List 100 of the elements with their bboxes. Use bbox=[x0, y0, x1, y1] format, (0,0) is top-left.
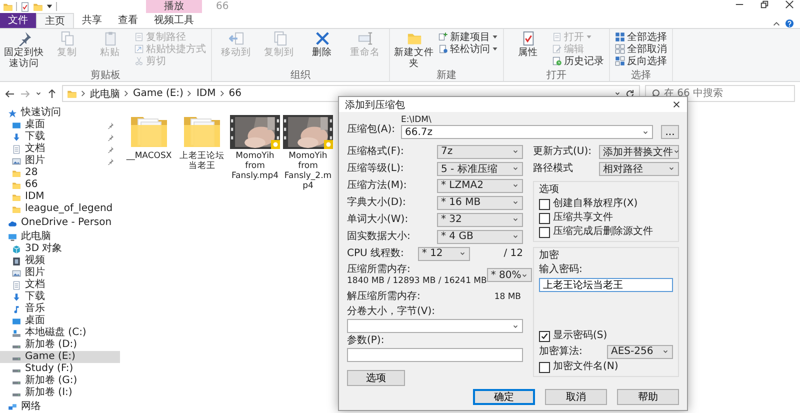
checkbox[interactable] bbox=[539, 330, 550, 342]
options-button[interactable]: 选项 bbox=[347, 370, 405, 386]
help-icon[interactable] bbox=[785, 19, 794, 28]
up-arrow-icon[interactable] bbox=[47, 88, 57, 98]
sidebar-item[interactable]: 新加卷 (G:) bbox=[0, 375, 120, 387]
browse-button[interactable]: ... bbox=[661, 125, 679, 139]
music-note-icon bbox=[12, 304, 21, 314]
sidebar-item[interactable]: 下载 bbox=[0, 291, 120, 303]
ribbon-tab[interactable]: 主页 bbox=[36, 13, 74, 28]
checkbox[interactable] bbox=[539, 198, 550, 210]
dialog-button[interactable]: 取消 bbox=[545, 389, 607, 405]
ribbon-button[interactable]: 删除 bbox=[301, 31, 343, 70]
dropdown[interactable]: * LZMA2 bbox=[437, 178, 523, 192]
sidebar-item[interactable]: 66 bbox=[0, 179, 120, 191]
sidebar-item[interactable]: Study (F:) bbox=[0, 363, 120, 375]
file-name[interactable]: MomoYih from Fansly.mp4 bbox=[230, 151, 280, 181]
sidebar-item[interactable]: 图片 bbox=[0, 267, 120, 279]
caret-icon[interactable] bbox=[46, 3, 53, 10]
caret-icon bbox=[512, 322, 519, 330]
ribbon-button[interactable]: 全部取消 bbox=[613, 43, 669, 55]
ribbon-button[interactable]: 固定到快速访问 bbox=[3, 31, 45, 70]
breadcrumb[interactable]: 66 bbox=[228, 88, 242, 99]
dropdown[interactable]: 5 - 标准压缩 bbox=[437, 162, 523, 176]
field-label: 更新方式(U): bbox=[533, 146, 592, 158]
sidebar-item[interactable]: OneDrive - Person bbox=[0, 217, 120, 229]
breadcrumb[interactable]: IDM bbox=[196, 88, 216, 99]
restore-icon[interactable] bbox=[760, 0, 769, 9]
sidebar-label: 网络 bbox=[21, 401, 41, 413]
breadcrumb[interactable]: Game (E:) bbox=[133, 88, 184, 99]
ribbon-button[interactable]: 全部选择 bbox=[613, 31, 669, 43]
password-field[interactable]: 上老王论坛当老王 bbox=[539, 278, 673, 292]
dropdown[interactable]: * 4 GB bbox=[437, 230, 523, 244]
sidebar-item[interactable]: Game (E:) bbox=[0, 351, 120, 363]
caret-icon[interactable] bbox=[35, 90, 42, 97]
dropdown[interactable]: 7z bbox=[437, 144, 523, 158]
refresh-icon[interactable] bbox=[625, 88, 635, 98]
ribbon-button[interactable]: 历史记录 bbox=[550, 55, 606, 67]
sidebar-item[interactable]: 此电脑 bbox=[0, 231, 120, 243]
dialog-button[interactable]: 帮助 bbox=[617, 389, 679, 405]
file-name[interactable]: 上老王论坛当老王 bbox=[177, 151, 227, 171]
checkbox[interactable] bbox=[539, 226, 550, 238]
cube-icon bbox=[12, 244, 21, 254]
file-name[interactable]: __MACOSX bbox=[126, 151, 172, 161]
sidebar-item[interactable]: 文档 bbox=[0, 279, 120, 291]
file-name[interactable]: MomoYih from Fansly_2.mp4 bbox=[283, 151, 333, 191]
ribbon-button[interactable]: 新建文件夹 bbox=[393, 31, 435, 70]
sidebar-label: 视频 bbox=[25, 255, 45, 266]
folder-icon bbox=[12, 168, 21, 178]
chevron-icon bbox=[81, 90, 86, 97]
sidebar-item[interactable]: 视频 bbox=[0, 255, 120, 267]
sidebar-item[interactable]: 音乐 bbox=[0, 303, 120, 315]
dialog-button[interactable]: 确定 bbox=[473, 389, 535, 405]
dropdown[interactable]: * 80% bbox=[486, 268, 532, 282]
back-arrow-icon[interactable] bbox=[5, 88, 15, 98]
dropdown[interactable]: * 16 MB bbox=[437, 196, 523, 210]
ribbon-tab[interactable]: 共享 bbox=[74, 13, 110, 28]
sidebar-item[interactable]: 3D 对象 bbox=[0, 243, 120, 255]
sidebar-item[interactable]: 桌面 bbox=[0, 315, 120, 327]
caret-icon[interactable] bbox=[614, 90, 621, 97]
sidebar-item[interactable]: 快速访问 bbox=[0, 107, 120, 119]
sidebar-label: Game (E:) bbox=[25, 351, 76, 363]
checkbox[interactable] bbox=[539, 212, 550, 224]
dropdown[interactable]: 相对路径 bbox=[599, 162, 679, 176]
document-icon bbox=[12, 144, 21, 154]
dropdown[interactable]: 添加并替换文件 bbox=[599, 144, 679, 158]
input-field[interactable] bbox=[347, 348, 523, 362]
sidebar-item[interactable]: 网络 bbox=[0, 401, 120, 413]
breadcrumb[interactable]: 此电脑 bbox=[90, 86, 120, 100]
sidebar-label: 桌面 bbox=[25, 119, 45, 130]
field-label: CPU 线程数: bbox=[347, 248, 404, 260]
ribbon-button[interactable]: 反向选择 bbox=[613, 55, 669, 67]
close-icon[interactable] bbox=[785, 0, 794, 9]
checkbox[interactable] bbox=[539, 362, 550, 372]
dropdown[interactable]: * 12 bbox=[418, 246, 470, 260]
sidebar-item[interactable]: 新加卷 (D:) bbox=[0, 339, 120, 351]
dropdown[interactable]: * 32 bbox=[437, 212, 523, 226]
archive-name-dropdown[interactable]: 66.7z bbox=[401, 125, 653, 139]
sidebar-item[interactable]: 本地磁盘 (C:) bbox=[0, 327, 120, 339]
caret-icon bbox=[642, 128, 649, 136]
sidebar-item[interactable]: 新加卷 (I:) bbox=[0, 387, 120, 399]
dropdown[interactable]: AES-256 bbox=[607, 344, 673, 358]
ribbon-button[interactable]: 轻松访问 bbox=[436, 43, 500, 55]
ribbon-tab[interactable]: 查看 bbox=[110, 13, 146, 28]
field-label: 单词大小(W): bbox=[347, 214, 408, 226]
sidebar-label: 快速访问 bbox=[21, 107, 61, 118]
sidebar-item[interactable]: 下载 bbox=[0, 131, 120, 143]
field-label: 分卷大小，字节(V): bbox=[347, 306, 436, 318]
checklist-icon bbox=[520, 31, 536, 46]
sidebar-item[interactable]: 文档 bbox=[0, 143, 120, 155]
sidebar-item[interactable]: 28 bbox=[0, 167, 120, 179]
checklist-icon[interactable] bbox=[20, 2, 30, 12]
ribbon-button[interactable]: 属性 bbox=[507, 31, 549, 70]
ribbon-button[interactable]: 新建项目 bbox=[436, 31, 500, 43]
sidebar-item[interactable]: 图片 bbox=[0, 155, 120, 167]
ribbon-tab[interactable]: 文件 bbox=[0, 13, 36, 28]
sidebar-item[interactable]: 桌面 bbox=[0, 119, 120, 131]
collapse-icon[interactable] bbox=[772, 19, 781, 28]
sidebar-item[interactable]: IDM bbox=[0, 191, 120, 203]
close-icon[interactable] bbox=[672, 100, 681, 109]
sidebar-item[interactable]: league_of_legend bbox=[0, 203, 120, 215]
